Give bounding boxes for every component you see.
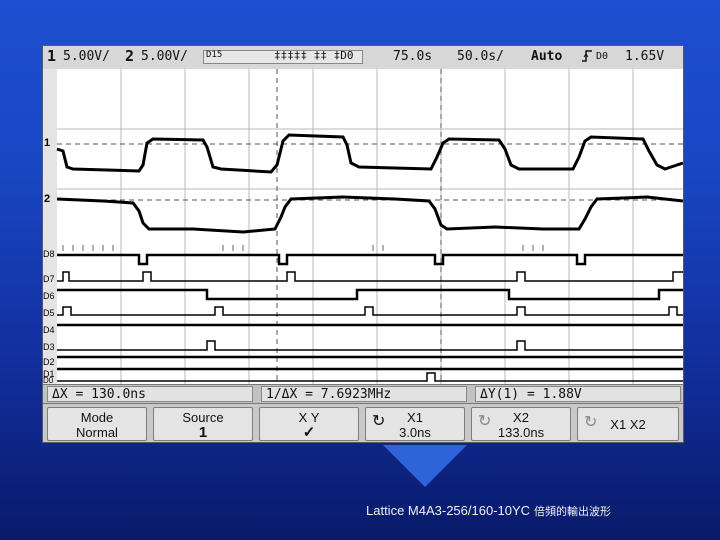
caption-cjk: 倍頻的輸出波形 <box>534 505 612 518</box>
xy-softkey-label: X Y <box>298 410 320 425</box>
inverse-delta-x-readout: 1/ΔX = 7.6923MHz <box>261 386 467 402</box>
trigger-source: D0 <box>596 51 609 62</box>
d1-trace <box>57 372 683 382</box>
ch2-number[interactable]: 2 <box>125 47 134 65</box>
source-softkey-label: Source <box>182 410 224 425</box>
nav-marker-icons: ‡‡‡‡‡ ‡‡ ‡D0 <box>274 49 354 62</box>
d6-label: D6 <box>43 291 55 301</box>
graticule <box>57 69 683 384</box>
x2-softkey[interactable]: ↻ X2 133.0ns <box>471 407 571 441</box>
measurement-bar: ΔX = 130.0ns 1/ΔX = 7.6923MHz ΔY(1) = 1.… <box>43 384 683 404</box>
d2-label: D2 <box>43 357 55 367</box>
rotate-knob-icon: ↻ <box>372 413 386 430</box>
d5-trace <box>57 306 683 316</box>
waveform-screen[interactable]: 1 2 D8 D7 D6 D5 D4 D3 D2 D1 D0 <box>43 69 683 385</box>
channel-gutter <box>43 69 57 384</box>
ch2-label: 2 <box>44 193 51 205</box>
mode-softkey-value: Normal <box>76 425 118 440</box>
d5-label: D5 <box>43 308 55 318</box>
nav-label: D15 <box>206 50 223 60</box>
caption: Lattice M4A3-256/160-10YC 倍頻的輸出波形 <box>366 503 611 519</box>
ch1-scale: 5.00V/ <box>63 49 110 64</box>
delta-y-readout: ΔY(1) = 1.88V <box>475 386 681 402</box>
ch2-scale: 5.00V/ <box>141 49 188 64</box>
source-softkey-value: 1 <box>198 424 208 441</box>
ch1-label: 1 <box>44 137 51 149</box>
trigger-level: 1.65V <box>625 49 665 64</box>
mode-softkey[interactable]: Mode Normal <box>47 407 147 441</box>
callout-pointer <box>383 445 467 487</box>
check-icon: ✓ <box>302 424 316 441</box>
x1-x2-softkey[interactable]: ↻ X1 X2 <box>577 407 679 441</box>
waveform-svg <box>43 69 683 384</box>
delta-x-readout: ΔX = 130.0ns <box>47 386 253 402</box>
trigger-mode: Auto <box>531 49 563 64</box>
d8-trace <box>57 253 683 266</box>
x1-softkey[interactable]: ↻ X1 3.0ns <box>365 407 465 441</box>
d3-label: D3 <box>43 342 55 352</box>
digital-tick-row <box>62 245 544 251</box>
ch1-number[interactable]: 1 <box>47 47 56 65</box>
rotate-knob-icon: ↻ <box>584 414 598 431</box>
ch1-trace <box>56 133 683 174</box>
mode-softkey-label: Mode <box>80 410 114 425</box>
source-softkey[interactable]: Source 1 <box>153 407 253 441</box>
time-delay: 75.0s <box>393 49 433 64</box>
time-scale: 50.0s/ <box>457 49 504 64</box>
ch2-trace <box>56 195 683 234</box>
d4-label: D4 <box>43 325 55 335</box>
xy-softkey[interactable]: X Y ✓ <box>259 407 359 441</box>
x1-x2-softkey-label: X1 X2 <box>610 417 646 432</box>
softkey-row: Mode Normal Source 1 X Y ✓ ↻ X1 3.0ns ↻ … <box>43 404 683 442</box>
d7-trace <box>57 271 683 282</box>
caption-text: Lattice M4A3-256/160-10YC <box>366 503 531 518</box>
timebase-navigator[interactable]: D15 ‡‡‡‡‡ ‡‡ ‡D0 <box>203 49 363 64</box>
oscilloscope-display: 1 5.00V/ 2 5.00V/ D15 ‡‡‡‡‡ ‡‡ ‡D0 75.0s… <box>42 45 684 443</box>
d8-label: D8 <box>43 249 55 259</box>
rotate-knob-icon: ↻ <box>478 413 492 430</box>
status-bar: 1 5.00V/ 2 5.00V/ D15 ‡‡‡‡‡ ‡‡ ‡D0 75.0s… <box>43 46 683 70</box>
d3-trace <box>57 340 683 351</box>
d7-label: D7 <box>43 274 55 284</box>
d6-trace <box>57 288 683 301</box>
rising-edge-icon <box>581 49 593 67</box>
